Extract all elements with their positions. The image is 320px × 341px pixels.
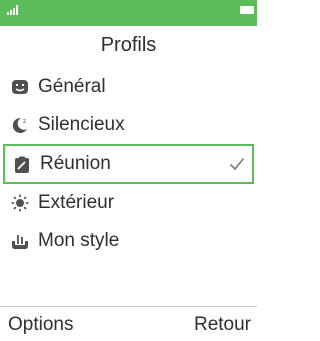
moon-icon: z: [12, 117, 27, 133]
list-item-silencieux[interactable]: z Silencieux: [0, 106, 257, 144]
signal-icon: [7, 5, 18, 15]
svg-text:z: z: [23, 118, 26, 125]
sun-icon: [11, 194, 29, 212]
list-item-label: Extérieur: [38, 192, 115, 213]
list-item-exterieur[interactable]: Extérieur: [0, 184, 257, 222]
list-item-label: Général: [38, 76, 106, 97]
face-icon: [12, 80, 28, 94]
list-item-label: Réunion: [40, 153, 111, 174]
page-title: Profils: [100, 33, 157, 56]
clipboard-icon: [15, 156, 29, 173]
custom-icon: [12, 235, 28, 249]
battery-icon: [240, 6, 254, 14]
check-icon: [229, 157, 245, 171]
back-softkey[interactable]: Retour: [194, 314, 251, 336]
status-bar: [0, 0, 257, 26]
list-item-label: Silencieux: [38, 114, 125, 135]
list-item-label: Mon style: [38, 230, 120, 251]
profile-list: Général z Silencieux Réunion Extérieur M…: [0, 68, 257, 260]
list-item-reunion[interactable]: Réunion: [3, 144, 254, 184]
softkey-bar: Options Retour: [0, 306, 257, 341]
list-item-mon-style[interactable]: Mon style: [0, 222, 257, 260]
list-item-general[interactable]: Général: [0, 68, 257, 106]
options-softkey[interactable]: Options: [8, 314, 73, 336]
